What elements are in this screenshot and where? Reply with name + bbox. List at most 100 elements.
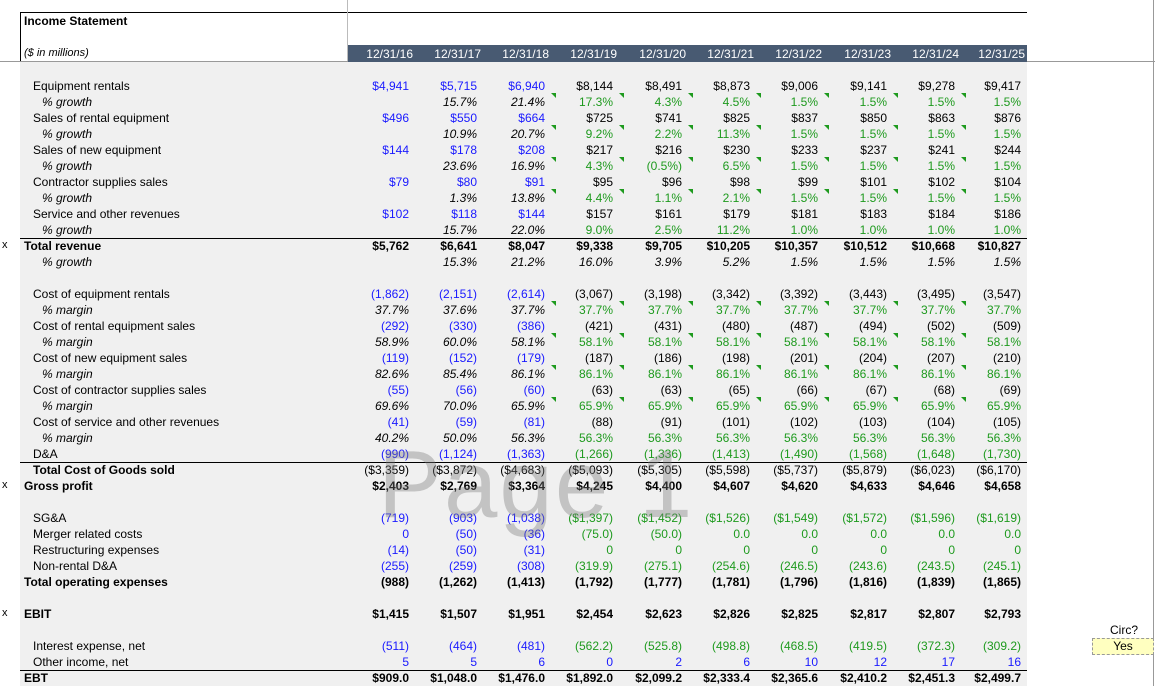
cell[interactable]: $1,892.0: [547, 671, 613, 685]
cell[interactable]: $244: [955, 143, 1021, 157]
cell[interactable]: (372.3): [889, 639, 955, 653]
cell[interactable]: 37.7%: [889, 303, 955, 317]
cell[interactable]: 20.7%: [479, 127, 545, 141]
cell[interactable]: (3,443): [821, 287, 887, 301]
row-label[interactable]: Total Cost of Goods sold: [33, 463, 175, 477]
cell[interactable]: 58.1%: [955, 335, 1021, 349]
cell[interactable]: (198): [684, 351, 750, 365]
cell[interactable]: (14): [343, 543, 409, 557]
cell[interactable]: (494): [821, 319, 887, 333]
row-label[interactable]: Non-rental D&A: [33, 559, 117, 573]
cell[interactable]: (498.8): [684, 639, 750, 653]
cell[interactable]: $550: [411, 111, 477, 125]
cell[interactable]: (67): [821, 383, 887, 397]
cell[interactable]: 82.6%: [343, 367, 409, 381]
cell[interactable]: 6: [479, 655, 545, 669]
cell[interactable]: ($6,023): [889, 463, 955, 477]
cell[interactable]: 86.1%: [547, 367, 613, 381]
cell[interactable]: $2,410.2: [821, 671, 887, 685]
cell[interactable]: (201): [752, 351, 818, 365]
cell[interactable]: 69.6%: [343, 399, 409, 413]
cell[interactable]: (562.2): [547, 639, 613, 653]
cell[interactable]: ($1,619): [955, 511, 1021, 525]
cell[interactable]: 1.5%: [821, 191, 887, 205]
circ-toggle-cell[interactable]: Yes: [1092, 638, 1154, 655]
cell[interactable]: $2,454: [547, 607, 613, 621]
cell[interactable]: $4,941: [343, 79, 409, 93]
cell[interactable]: (66): [752, 383, 818, 397]
cell[interactable]: ($5,879): [821, 463, 887, 477]
year-header-2[interactable]: 12/31/18: [483, 47, 549, 61]
cell[interactable]: 58.1%: [821, 335, 887, 349]
cell[interactable]: $237: [821, 143, 887, 157]
cell[interactable]: 56.3%: [821, 431, 887, 445]
units-label[interactable]: ($ in millions): [24, 47, 89, 59]
cell[interactable]: (1,568): [821, 447, 887, 461]
sheet-title[interactable]: Income Statement: [24, 14, 127, 28]
cell[interactable]: (81): [479, 415, 545, 429]
cell[interactable]: $95: [547, 175, 613, 189]
cell[interactable]: 2.1%: [684, 191, 750, 205]
cell[interactable]: (1,777): [616, 575, 682, 589]
cell[interactable]: 1.1%: [616, 191, 682, 205]
cell[interactable]: 1.5%: [752, 159, 818, 173]
cell[interactable]: $9,338: [547, 239, 613, 253]
cell[interactable]: 58.1%: [616, 335, 682, 349]
cell[interactable]: 5: [411, 655, 477, 669]
cell[interactable]: $1,476.0: [479, 671, 545, 685]
cell[interactable]: (419.5): [821, 639, 887, 653]
cell[interactable]: 16: [955, 655, 1021, 669]
cell[interactable]: $79: [343, 175, 409, 189]
cell[interactable]: $9,278: [889, 79, 955, 93]
year-header-4[interactable]: 12/31/20: [620, 47, 686, 61]
cell[interactable]: 9.2%: [547, 127, 613, 141]
row-label[interactable]: % growth: [42, 127, 92, 141]
row-label[interactable]: % margin: [42, 431, 93, 445]
year-header-1[interactable]: 12/31/17: [415, 47, 481, 61]
cell[interactable]: 1.5%: [752, 127, 818, 141]
row-label[interactable]: Interest expense, net: [33, 639, 145, 653]
cell[interactable]: $741: [616, 111, 682, 125]
cell[interactable]: $2,826: [684, 607, 750, 621]
cell[interactable]: $179: [684, 207, 750, 221]
cell[interactable]: $1,048.0: [411, 671, 477, 685]
cell[interactable]: (119): [343, 351, 409, 365]
cell[interactable]: 37.7%: [343, 303, 409, 317]
cell[interactable]: (487): [752, 319, 818, 333]
cell[interactable]: (1,792): [547, 575, 613, 589]
cell[interactable]: 85.4%: [411, 367, 477, 381]
cell[interactable]: (1,490): [752, 447, 818, 461]
cell[interactable]: (1,796): [752, 575, 818, 589]
cell[interactable]: $10,357: [752, 239, 818, 253]
cell[interactable]: 22.0%: [479, 223, 545, 237]
cell[interactable]: (152): [411, 351, 477, 365]
row-label[interactable]: Total revenue: [24, 239, 101, 253]
cell[interactable]: ($1,596): [889, 511, 955, 525]
row-label[interactable]: Cost of new equipment sales: [33, 351, 187, 365]
cell[interactable]: (103): [821, 415, 887, 429]
cell[interactable]: 1.5%: [889, 127, 955, 141]
cell[interactable]: $9,006: [752, 79, 818, 93]
cell[interactable]: (464): [411, 639, 477, 653]
cell[interactable]: 58.1%: [684, 335, 750, 349]
cell[interactable]: $1,507: [411, 607, 477, 621]
cell[interactable]: (104): [889, 415, 955, 429]
cell[interactable]: $157: [547, 207, 613, 221]
cell[interactable]: (41): [343, 415, 409, 429]
cell[interactable]: 70.0%: [411, 399, 477, 413]
cell[interactable]: $876: [955, 111, 1021, 125]
row-label[interactable]: Gross profit: [24, 479, 93, 493]
cell[interactable]: 1.5%: [752, 95, 818, 109]
cell[interactable]: 13.8%: [479, 191, 545, 205]
cell[interactable]: (1,413): [479, 575, 545, 589]
cell[interactable]: 58.1%: [547, 335, 613, 349]
cell[interactable]: (55): [343, 383, 409, 397]
cell[interactable]: 37.6%: [411, 303, 477, 317]
cell[interactable]: (68): [889, 383, 955, 397]
cell[interactable]: 1.5%: [821, 127, 887, 141]
cell[interactable]: 16.0%: [547, 255, 613, 269]
cell[interactable]: $2,817: [821, 607, 887, 621]
cell[interactable]: 37.7%: [479, 303, 545, 317]
row-label[interactable]: % growth: [42, 95, 92, 109]
cell[interactable]: 11.2%: [684, 223, 750, 237]
